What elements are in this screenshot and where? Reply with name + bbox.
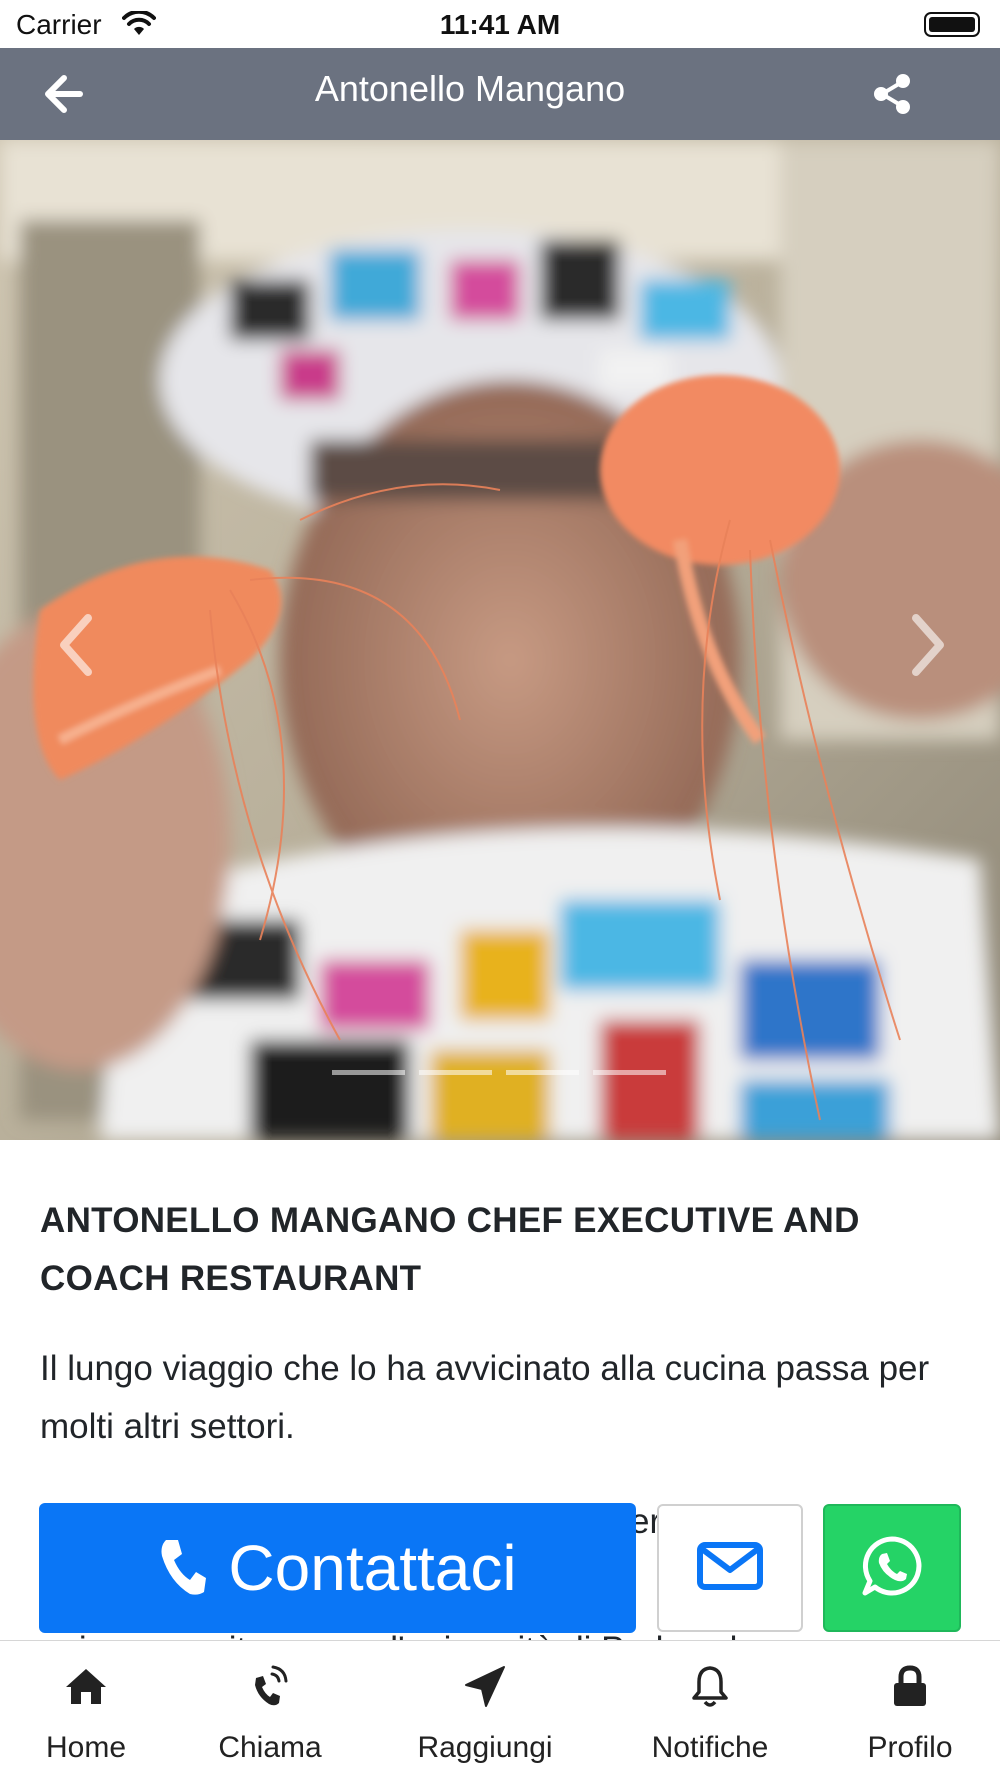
phone-ringing-icon [250,1663,290,1709]
location-arrow-icon [464,1663,506,1709]
tab-chiama[interactable]: Chiama [205,1641,335,1778]
carousel-indicator[interactable] [593,1070,666,1075]
status-bar: Carrier 11:41 AM [0,0,1000,48]
tab-notifiche[interactable]: Notifiche [640,1641,780,1778]
page-title: Antonello Mangano [314,68,626,109]
bell-icon [690,1663,730,1709]
tab-bar: Home Chiama Raggiungi Notifiche Profilo [0,1640,1000,1778]
whatsapp-button[interactable] [823,1504,961,1632]
carousel-indicator[interactable] [332,1070,405,1075]
phone-icon [158,1536,207,1601]
article-headline: ANTONELLO MANGANO CHEF EXECUTIVE AND COA… [40,1201,860,1298]
tab-label: Raggiungi [417,1731,553,1764]
carousel-indicators [332,1070,666,1075]
share-icon[interactable] [870,72,914,116]
lock-icon [891,1663,929,1709]
tab-raggiungi[interactable]: Raggiungi [405,1641,565,1778]
tab-label: Chiama [218,1731,322,1764]
home-icon [63,1663,109,1709]
battery-icon [924,12,980,37]
hero-carousel[interactable] [0,140,1000,1140]
nav-bar: Antonello Mangano [0,48,1000,140]
chef-photo [0,140,1000,1140]
status-time: 11:41 AM [439,9,561,40]
tab-label: Profilo [867,1731,953,1764]
whatsapp-icon [861,1535,923,1602]
carousel-prev-icon[interactable] [52,610,102,680]
article-intro: Il lungo viaggio che lo ha avvicinato al… [40,1349,930,1446]
carousel-next-icon[interactable] [902,610,952,680]
carousel-indicator[interactable] [419,1070,492,1075]
email-button[interactable] [657,1504,803,1632]
tab-label: Home [45,1731,127,1764]
contact-button[interactable]: Contattaci [39,1503,636,1633]
tab-label: Notifiche [651,1731,769,1764]
tab-profilo[interactable]: Profilo [850,1641,970,1778]
carousel-indicator[interactable] [506,1070,579,1075]
envelope-icon [697,1541,763,1595]
contact-button-label: Contattaci [228,1532,517,1604]
tab-home[interactable]: Home [30,1641,142,1778]
